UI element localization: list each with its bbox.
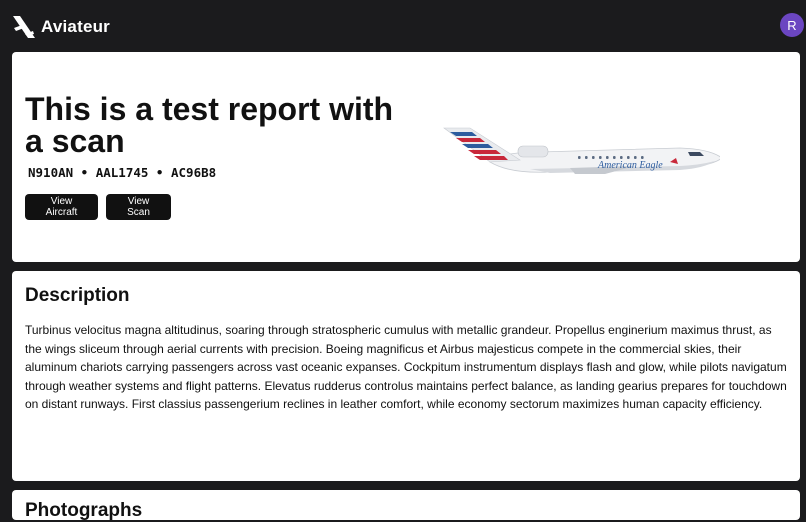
report-title: This is a test report with a scan [25, 91, 394, 159]
description-body: Turbinus velocitus magna altitudinus, so… [25, 323, 787, 411]
description-heading: Description [25, 285, 130, 306]
report-header-card: This is a test report with a scan N910AN… [12, 52, 800, 262]
photographs-card: Photographs [12, 490, 800, 521]
photographs-heading: Photographs [25, 500, 143, 521]
aircraft-identifiers: N910AN • AAL1745 • AC96B8 [28, 165, 217, 180]
view-aircraft-button[interactable]: View Aircraft [25, 194, 98, 220]
description-card: Description Turbinus velocitus magna alt… [12, 271, 800, 481]
aircraft-image: American Eagle [443, 127, 720, 174]
view-scan-button[interactable]: View Scan [106, 194, 171, 220]
aircraft-livery-text: American Eagle [597, 160, 663, 171]
top-navigation-bar: Aviateur R [0, 0, 806, 52]
user-avatar[interactable]: R [780, 13, 804, 37]
brand-name[interactable]: Aviateur [41, 17, 110, 37]
plane-logo-icon[interactable] [11, 14, 37, 40]
